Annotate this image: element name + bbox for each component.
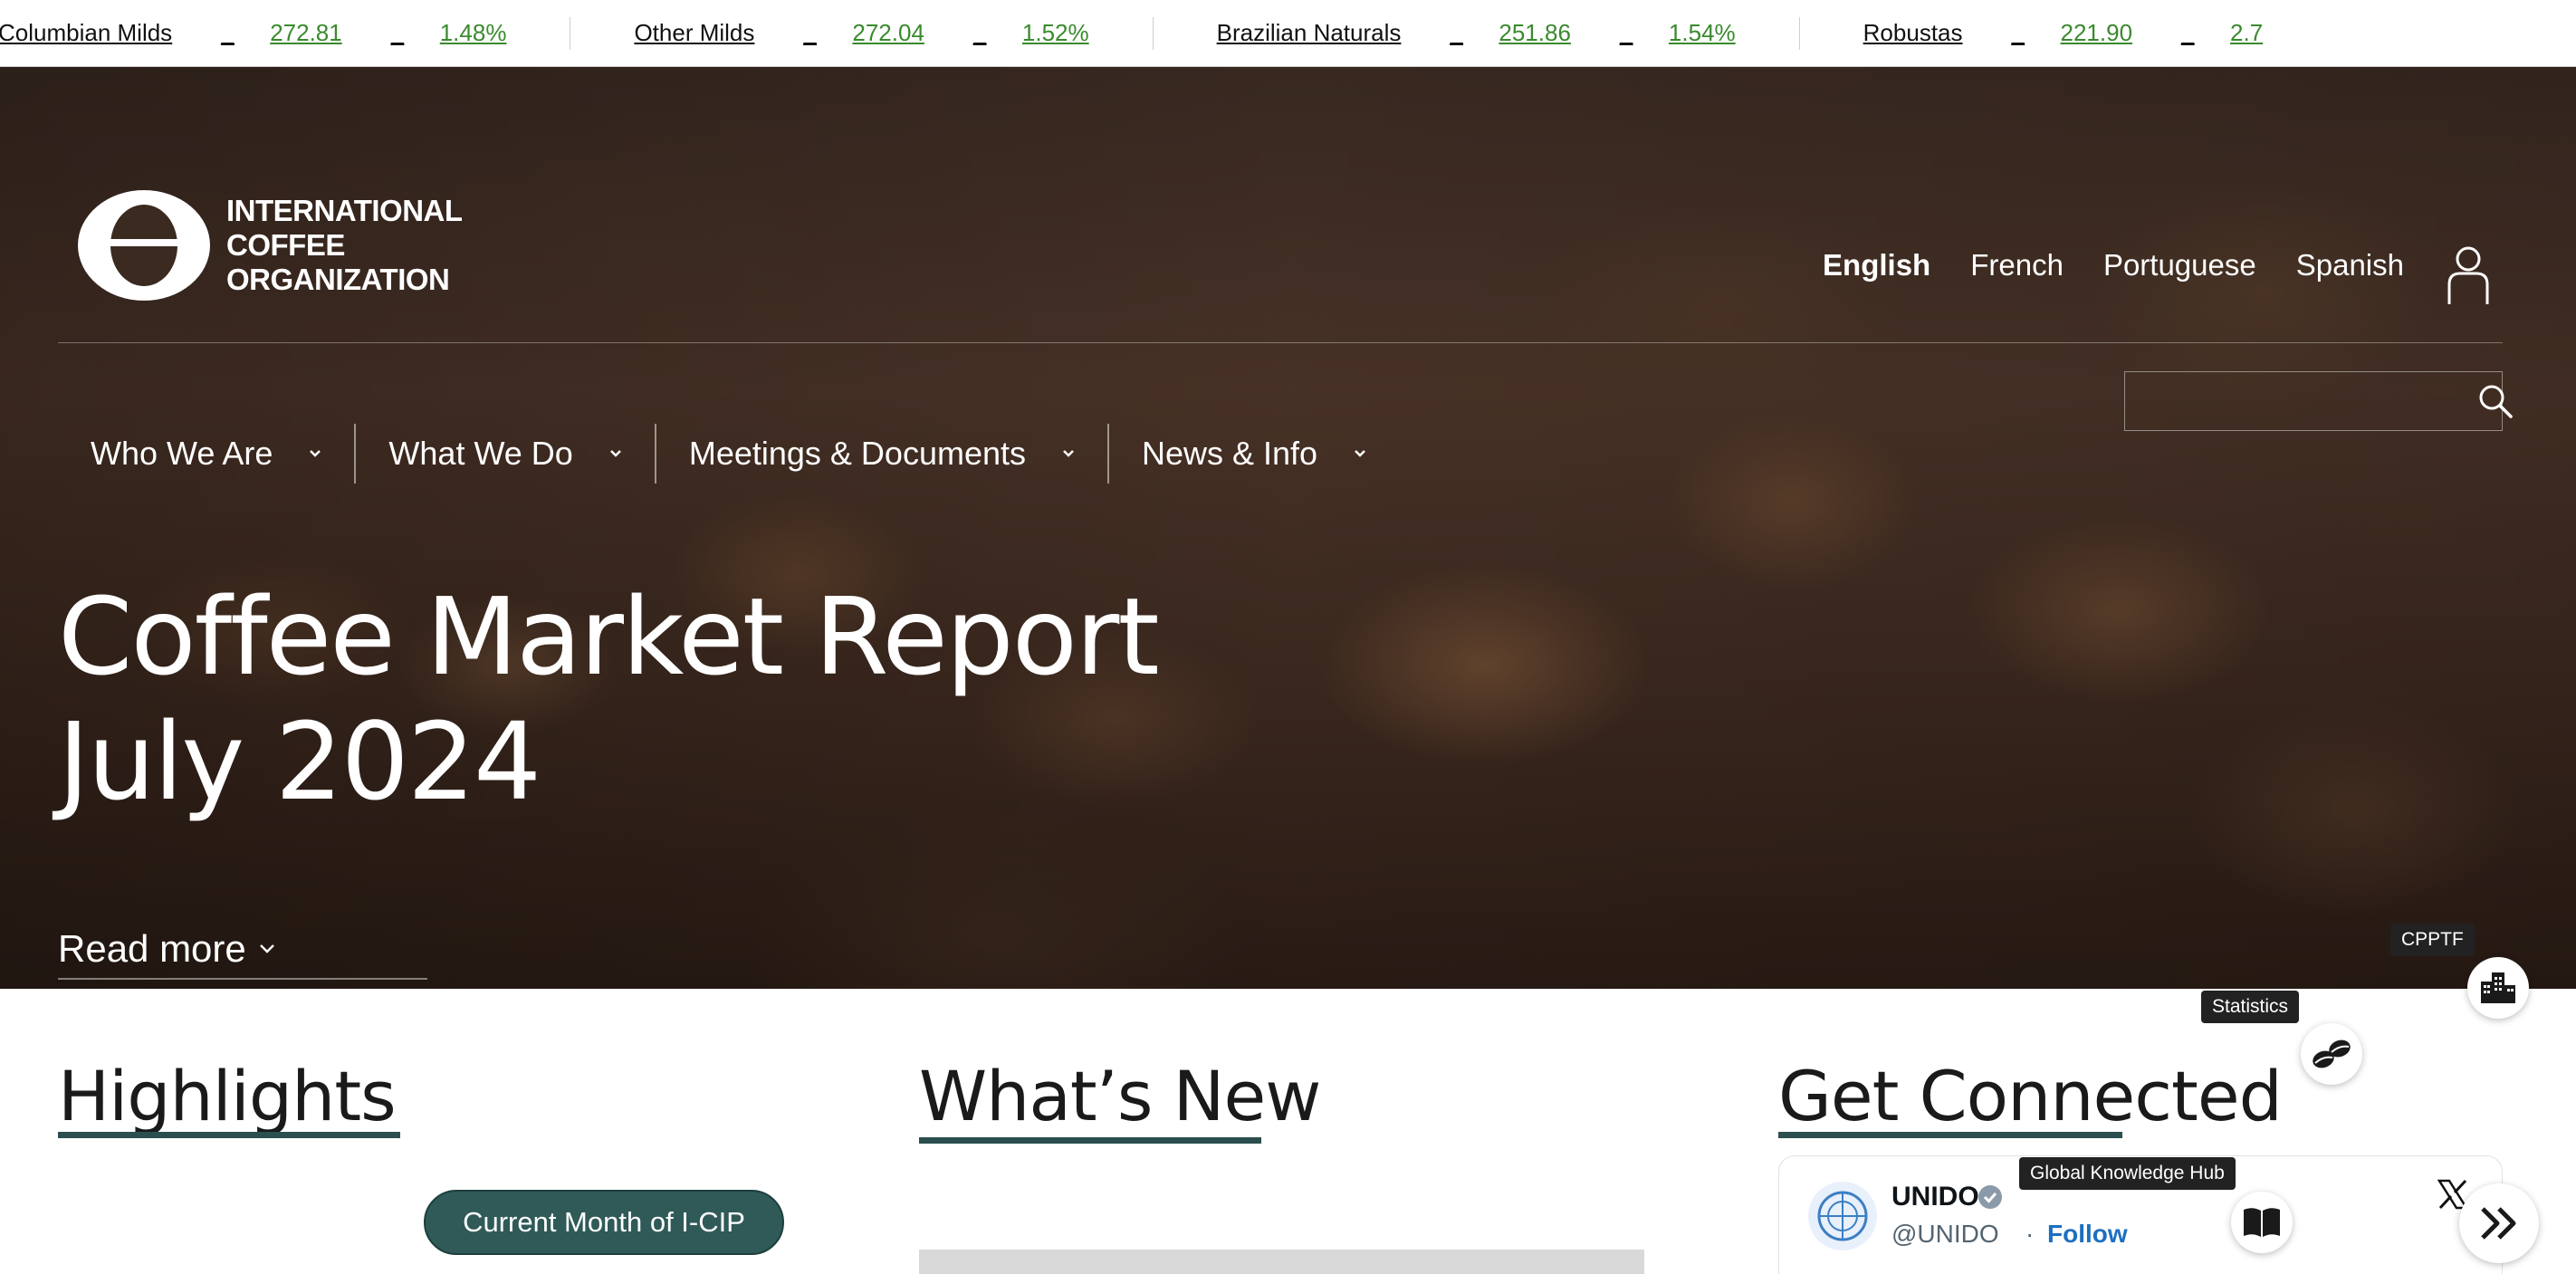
statistics-button[interactable] — [2301, 1023, 2362, 1085]
get-connected-heading: Get Connected — [1778, 1056, 2283, 1136]
chevron-down-icon — [1063, 450, 1074, 457]
logo-text: INTERNATIONAL COFFEE ORGANIZATION — [226, 194, 463, 297]
ticker-value[interactable]: 251.86 — [1499, 19, 1571, 47]
coffee-beans-icon — [2313, 1039, 2351, 1068]
cpptf-button[interactable] — [2467, 957, 2529, 1019]
ticker-name[interactable]: Robustas — [1863, 19, 1963, 47]
header-divider — [58, 342, 2503, 343]
lang-portuguese[interactable]: Portuguese — [2103, 248, 2256, 283]
ticker-name[interactable]: Brazilian Naturals — [1217, 19, 1402, 47]
current-month-icip-button[interactable]: Current Month of I-CIP — [424, 1190, 784, 1255]
lang-french[interactable]: French — [1970, 248, 2064, 283]
search-box — [2124, 371, 2513, 431]
read-more-link[interactable]: Read more — [58, 927, 427, 980]
hero-title: Coffee Market Report July 2024 — [58, 574, 1326, 824]
main-nav: Who We Are What We Do Meetings & Documen… — [58, 424, 1399, 484]
whats-new-heading: What’s New — [919, 1056, 1321, 1136]
nav-label: News & Info — [1142, 435, 1318, 472]
nav-what-we-do[interactable]: What We Do — [356, 424, 656, 484]
user-account-icon[interactable] — [2446, 244, 2491, 306]
ticker-separator: _ — [221, 19, 235, 46]
lang-spanish[interactable]: Spanish — [2296, 248, 2404, 283]
nav-label: Meetings & Documents — [688, 435, 1026, 472]
chevron-down-icon — [1355, 450, 1365, 457]
nav-news-info[interactable]: News & Info — [1109, 424, 1399, 484]
ticker-separator: _ — [1619, 19, 1633, 46]
price-ticker: Columbian Milds _ 272.81 _ 1.48% Other M… — [0, 0, 2576, 67]
tweet-follow-link[interactable]: Follow — [2047, 1220, 2128, 1249]
ticker-change[interactable]: 1.52% — [1022, 19, 1089, 47]
ticker-separator: _ — [1450, 19, 1463, 46]
ticker-separator: _ — [2181, 19, 2195, 46]
whats-new-image — [919, 1250, 1644, 1274]
knowledge-hub-tooltip: Global Knowledge Hub — [2019, 1157, 2236, 1190]
verified-badge-icon — [1978, 1185, 2002, 1209]
read-more-label: Read more — [58, 927, 246, 970]
city-buildings-icon — [2481, 972, 2515, 1003]
lang-english[interactable]: English — [1823, 248, 1930, 283]
search-button[interactable] — [2477, 372, 2514, 430]
statistics-tooltip: Statistics — [2201, 991, 2300, 1023]
chevron-down-icon — [259, 944, 274, 953]
tweet-dot: · — [2025, 1220, 2035, 1248]
hero-title-line-1: Coffee Market Report — [58, 574, 1160, 699]
search-input[interactable] — [2125, 372, 2477, 430]
highlights-heading: Highlights — [58, 1056, 397, 1136]
ticker-change[interactable]: 1.54% — [1669, 19, 1736, 47]
tweet-handle[interactable]: @UNIDO — [1891, 1220, 1999, 1249]
ico-logo[interactable]: INTERNATIONAL COFFEE ORGANIZATION — [78, 190, 463, 301]
hero-banner: INTERNATIONAL COFFEE ORGANIZATION Englis… — [0, 67, 2576, 989]
expand-widgets-button[interactable] — [2459, 1183, 2539, 1263]
nav-label: Who We Are — [91, 435, 273, 472]
logo-mark-icon — [78, 190, 210, 301]
tweet-account-name[interactable]: UNIDO — [1891, 1182, 1979, 1212]
chevron-down-icon — [609, 450, 621, 457]
ticker-item-brazilian-naturals[interactable]: Brazilian Naturals _ 251.86 _ 1.54% — [1217, 16, 1800, 50]
ticker-separator: _ — [803, 19, 817, 46]
ticker-item-other-milds[interactable]: Other Milds _ 272.04 _ 1.52% — [634, 16, 1154, 50]
nav-meetings-documents[interactable]: Meetings & Documents — [656, 424, 1109, 484]
get-connected-underline — [1778, 1132, 2122, 1138]
cpptf-tooltip: CPPTF — [2390, 924, 2475, 956]
ticker-track: Columbian Milds _ 272.81 _ 1.48% Other M… — [0, 0, 2389, 66]
logo-line-2: COFFEE — [226, 228, 345, 262]
ticker-separator: _ — [2011, 19, 2025, 46]
highlights-underline — [58, 1132, 400, 1138]
unido-avatar[interactable] — [1808, 1182, 1877, 1250]
nav-who-we-are[interactable]: Who We Are — [58, 424, 357, 484]
whats-new-underline — [919, 1137, 1261, 1144]
double-chevron-right-icon — [2481, 1207, 2516, 1240]
language-switcher: English French Portuguese Spanish — [1783, 248, 2404, 283]
nav-label: What We Do — [388, 435, 573, 472]
ticker-value[interactable]: 221.90 — [2061, 19, 2133, 47]
logo-line-3: ORGANIZATION — [226, 263, 450, 296]
open-book-icon — [2244, 1208, 2280, 1237]
chevron-down-icon — [310, 450, 321, 457]
ticker-item-columbian-milds[interactable]: Columbian Milds _ 272.81 _ 1.48% — [0, 16, 571, 50]
knowledge-hub-button[interactable] — [2231, 1192, 2293, 1253]
ticker-value[interactable]: 272.04 — [852, 19, 924, 47]
ticker-item-robustas[interactable]: Robustas _ 221.90 _ 2.7 — [1863, 17, 2327, 50]
ticker-name[interactable]: Other Milds — [634, 19, 754, 47]
ticker-change[interactable]: 1.48% — [440, 19, 507, 47]
ticker-change[interactable]: 2.7 — [2230, 19, 2263, 47]
hero-title-line-2: July 2024 — [58, 699, 541, 824]
ticker-separator: _ — [390, 19, 405, 46]
un-emblem-icon — [1817, 1191, 1868, 1241]
ticker-separator: _ — [972, 19, 987, 46]
logo-line-1: INTERNATIONAL — [226, 194, 463, 227]
search-icon — [2479, 385, 2513, 418]
ticker-name[interactable]: Columbian Milds — [0, 19, 172, 47]
ticker-value[interactable]: 272.81 — [270, 19, 342, 47]
